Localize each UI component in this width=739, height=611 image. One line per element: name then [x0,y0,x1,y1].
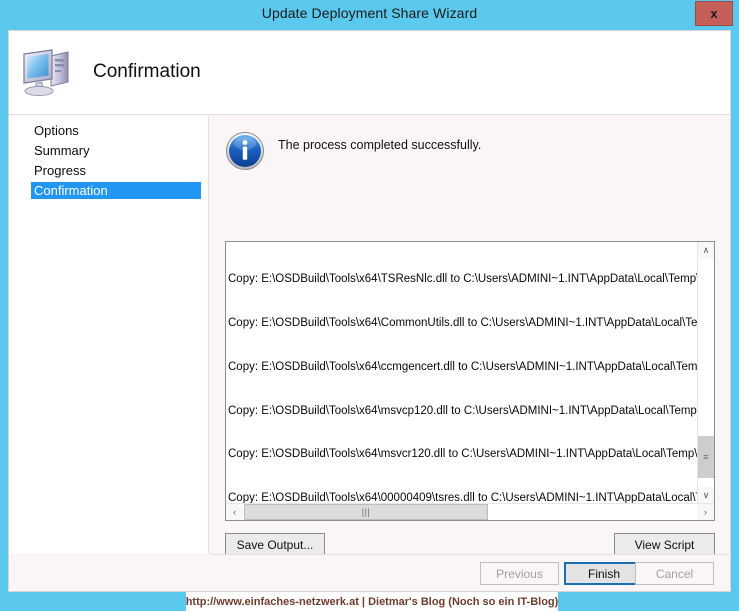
page-title: Confirmation [93,61,201,82]
scroll-left-icon[interactable]: ‹ [226,504,243,520]
log-line: Copy: E:\OSDBuild\Tools\x64\00000409\tsr… [228,492,697,503]
log-line: Copy: E:\OSDBuild\Tools\x64\ccmgencert.d… [228,360,697,373]
sidebar-item-options[interactable]: Options [31,122,201,139]
finish-button[interactable]: Finish [564,562,644,585]
horizontal-scroll-thumb[interactable]: ||| [244,504,488,520]
window-title: Update Deployment Share Wizard [261,5,478,21]
information-icon [225,131,265,171]
cancel-button[interactable]: Cancel [635,562,714,585]
sidebar-item-progress[interactable]: Progress [31,162,201,179]
close-icon: x [710,6,718,21]
log-vertical-scrollbar[interactable]: ∧ ≡ ∨ [697,242,714,504]
log-line: Copy: E:\OSDBuild\Tools\x64\CommonUtils.… [228,316,697,329]
log-horizontal-scrollbar[interactable]: ‹ ||| › [226,503,714,520]
wizard-window: Update Deployment Share Wizard x Confirm… [0,0,739,611]
computer-icon [19,45,77,99]
previous-button[interactable]: Previous [480,562,559,585]
wizard-header: Confirmation [9,31,730,115]
wizard-navigation-bar: Previous Finish Cancel [210,554,730,591]
close-button[interactable]: x [695,1,733,26]
sidebar-item-summary[interactable]: Summary [31,142,201,159]
log-line: Copy: E:\OSDBuild\Tools\x64\msvcp120.dll… [228,404,697,417]
scroll-down-icon[interactable]: ∨ [698,487,714,504]
log-output-box[interactable]: Copy: E:\OSDBuild\Tools\x64\TSResNlc.dll… [225,241,715,521]
vertical-scroll-thumb[interactable]: ≡ [698,436,714,478]
watermark-text: http://www.einfaches-netzwerk.at | Dietm… [186,592,558,611]
view-script-button[interactable]: View Script [614,533,715,556]
watermark-bar: http://www.einfaches-netzwerk.at | Dietm… [0,592,739,611]
save-output-button[interactable]: Save Output... [225,533,325,556]
scroll-right-icon[interactable]: › [697,504,714,520]
log-output-text: Copy: E:\OSDBuild\Tools\x64\TSResNlc.dll… [228,243,697,503]
wizard-sidebar: Options Summary Progress Confirmation [9,116,209,553]
wizard-client-area: Confirmation Options Summary Progress Co… [8,30,731,592]
log-line: Copy: E:\OSDBuild\Tools\x64\msvcr120.dll… [228,448,697,461]
scroll-grip-icon: ||| [361,506,371,517]
status-message: The process completed successfully. [278,138,482,152]
scroll-grip-icon: ≡ [703,451,709,462]
title-bar: Update Deployment Share Wizard x [0,0,739,29]
wizard-main-pane: The process completed successfully. Copy… [210,116,730,556]
sidebar-item-confirmation[interactable]: Confirmation [31,182,201,199]
scroll-up-icon[interactable]: ∧ [698,242,714,259]
log-line: Copy: E:\OSDBuild\Tools\x64\TSResNlc.dll… [228,273,697,286]
